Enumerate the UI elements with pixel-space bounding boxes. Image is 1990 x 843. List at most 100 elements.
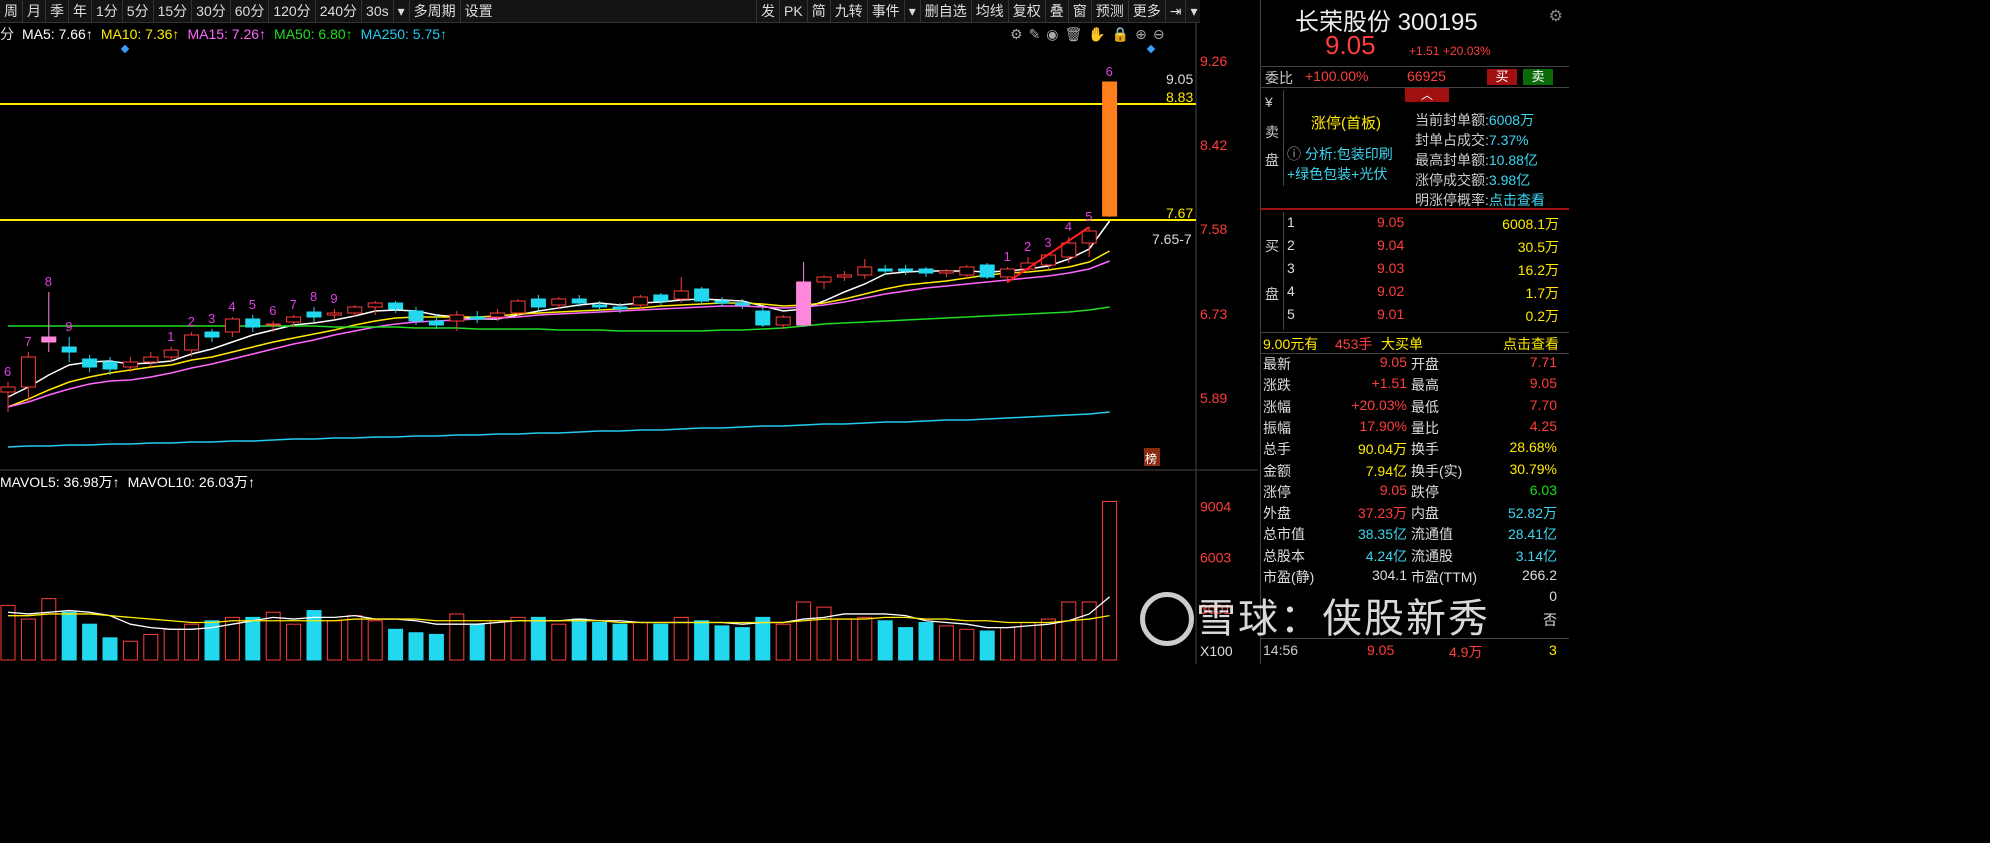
gear-icon[interactable]: ⚙: [1010, 26, 1023, 43]
period-tab-3[interactable]: 年: [68, 0, 91, 22]
volume-bar[interactable]: [265, 611, 281, 661]
tool-button-12[interactable]: 更多: [1127, 0, 1165, 22]
hand-icon[interactable]: ✋: [1088, 26, 1105, 43]
period-tab-2[interactable]: 季: [45, 0, 68, 22]
volume-bar[interactable]: [347, 615, 363, 661]
volume-bar[interactable]: [530, 616, 546, 661]
order-book-row[interactable]: 5 9.01 0.2万: [1261, 306, 1569, 328]
volume-bar[interactable]: [694, 620, 710, 661]
volume-bar[interactable]: [102, 637, 118, 661]
candle-body[interactable]: [204, 331, 220, 338]
candle-body[interactable]: [836, 274, 852, 278]
candle-body[interactable]: [673, 290, 689, 300]
volume-bar[interactable]: [41, 598, 57, 661]
volume-bar[interactable]: [592, 621, 608, 661]
candle-body[interactable]: [938, 270, 954, 274]
volume-bar[interactable]: [1102, 500, 1118, 661]
candle-body[interactable]: [490, 312, 506, 318]
event-marker-icon[interactable]: [120, 44, 130, 54]
volume-bar[interactable]: [20, 618, 36, 661]
candle-body[interactable]: [163, 349, 179, 358]
period-tab-5[interactable]: 5分: [121, 0, 153, 22]
candle-body[interactable]: [796, 281, 812, 326]
volume-bar[interactable]: [755, 616, 771, 661]
volume-bar[interactable]: [857, 616, 873, 661]
tool-button-1[interactable]: PK: [779, 0, 807, 22]
volume-bar[interactable]: [673, 616, 689, 661]
candle-body[interactable]: [612, 306, 628, 310]
candle-body[interactable]: [877, 268, 893, 272]
volume-bar[interactable]: [61, 611, 77, 661]
period-tab-13[interactable]: 多周期: [408, 0, 460, 22]
tool-button-10[interactable]: 窗: [1067, 0, 1091, 22]
trash-icon[interactable]: 🗑: [1065, 26, 1083, 43]
sell-button[interactable]: 卖: [1523, 69, 1553, 85]
volume-bar[interactable]: [775, 623, 791, 661]
tool-button-7[interactable]: 均线: [970, 0, 1008, 22]
analysis-text[interactable]: ⓘ 分析:包装印刷+绿色包装+光伏: [1287, 144, 1411, 184]
volume-bar[interactable]: [938, 625, 954, 661]
volume-bar[interactable]: [510, 616, 526, 661]
volume-bar[interactable]: [1061, 601, 1077, 661]
candle-body[interactable]: [1081, 230, 1097, 244]
candle-body[interactable]: [306, 311, 322, 318]
candle-body[interactable]: [1000, 268, 1016, 278]
period-tab-8[interactable]: 60分: [229, 0, 269, 22]
candle-body[interactable]: [224, 318, 240, 333]
candle-body[interactable]: [326, 312, 342, 316]
candle-body[interactable]: [694, 288, 710, 302]
candle-body[interactable]: [979, 264, 995, 278]
candle-body[interactable]: [0, 386, 16, 393]
tool-button-13[interactable]: ⇥: [1164, 0, 1186, 22]
volume-bar[interactable]: [122, 640, 138, 661]
period-tab-6[interactable]: 15分: [152, 0, 192, 22]
buy-button[interactable]: 买: [1487, 69, 1517, 85]
candle-body[interactable]: [61, 346, 77, 353]
volume-bar[interactable]: [428, 633, 444, 661]
volume-bar[interactable]: [877, 620, 893, 661]
candle-body[interactable]: [428, 320, 444, 326]
volume-bar[interactable]: [286, 623, 302, 661]
candle-body[interactable]: [653, 294, 669, 302]
order-book-row[interactable]: 3 9.03 16.2万: [1261, 260, 1569, 282]
volume-bar[interactable]: [143, 633, 159, 661]
volume-bar[interactable]: [653, 623, 669, 661]
tool-button-6[interactable]: 删自选: [919, 0, 971, 22]
candle-body[interactable]: [714, 300, 730, 304]
candle-body[interactable]: [20, 356, 36, 388]
period-tab-4[interactable]: 1分: [91, 0, 122, 22]
volume-bar[interactable]: [163, 628, 179, 661]
order-book-row[interactable]: 2 9.04 30.5万: [1261, 237, 1569, 259]
candle-body[interactable]: [857, 266, 873, 276]
volume-bar[interactable]: [82, 623, 98, 661]
period-tab-12[interactable]: ▾: [392, 0, 409, 22]
tool-button-3[interactable]: 九转: [829, 0, 867, 22]
period-tab-10[interactable]: 240分: [314, 0, 361, 22]
volume-bar[interactable]: [551, 623, 567, 661]
volume-bar[interactable]: [408, 632, 424, 661]
candle-body[interactable]: [918, 268, 934, 274]
candle-body[interactable]: [102, 361, 118, 370]
candle-body[interactable]: [898, 268, 914, 272]
candle-body[interactable]: [245, 318, 261, 328]
candle-body[interactable]: [775, 316, 791, 326]
volume-bar[interactable]: [734, 627, 750, 661]
volume-bar[interactable]: [1020, 621, 1036, 661]
volume-bar[interactable]: [836, 618, 852, 661]
seal-stat-value[interactable]: 点击查看: [1489, 192, 1545, 208]
gear-icon[interactable]: ⚙: [1549, 6, 1563, 26]
volume-bar[interactable]: [245, 616, 261, 661]
candle-body[interactable]: [1102, 81, 1118, 217]
candle-body[interactable]: [265, 323, 281, 326]
candle-body[interactable]: [530, 298, 546, 308]
candle-body[interactable]: [734, 302, 750, 306]
candle-body[interactable]: [469, 316, 485, 320]
volume-bar[interactable]: [571, 618, 587, 661]
candle-body[interactable]: [82, 358, 98, 368]
tool-button-0[interactable]: 发: [756, 0, 779, 22]
candle-body[interactable]: [184, 334, 200, 351]
big-buy-link[interactable]: 点击查看: [1503, 334, 1559, 354]
volume-bar[interactable]: [959, 628, 975, 661]
volume-bar[interactable]: [0, 604, 16, 661]
candle-body[interactable]: [510, 300, 526, 314]
